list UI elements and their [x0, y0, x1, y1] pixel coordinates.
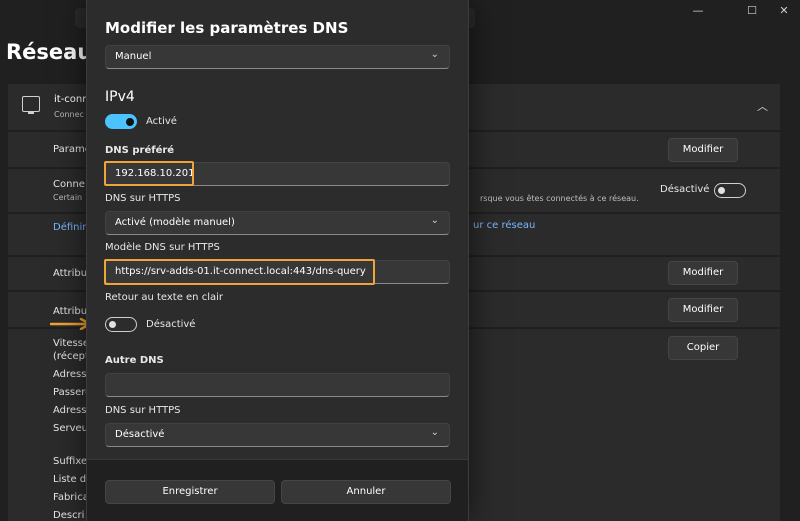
property-label: Fabrica	[53, 492, 89, 503]
ipv4-toggle-label: Activé	[146, 116, 177, 127]
row-label: Vitesse	[53, 338, 90, 349]
row-description: rsque vous êtes connectés à ce réseau.	[480, 194, 639, 203]
property-label: Adress	[53, 369, 87, 380]
fallback-toggle-label: Désactivé	[146, 319, 196, 330]
property-label: Suffixe	[53, 456, 88, 467]
alternate-dns-label: Autre DNS	[105, 355, 164, 366]
chevron-up-icon[interactable]: ︿	[757, 98, 768, 114]
row-sublabel: Certain	[53, 193, 83, 202]
dns-settings-dialog: Modifier les paramètres DNS Manuel ⌄ IPv…	[86, 0, 469, 521]
select-value: Manuel	[115, 51, 152, 62]
row-sublabel: (récept	[53, 351, 89, 362]
close-icon[interactable]: ✕	[772, 2, 796, 20]
fallback-toggle[interactable]	[105, 317, 137, 332]
ipv4-toggle[interactable]	[105, 114, 137, 129]
property-label: Serveu	[53, 423, 89, 434]
select-value: Désactivé	[115, 429, 165, 440]
highlight-box	[104, 259, 375, 285]
dns-https-select-2[interactable]: Désactivé ⌄	[105, 423, 450, 447]
dns-mode-select[interactable]: Manuel ⌄	[105, 45, 450, 69]
dialog-footer: Enregistrer Annuler	[87, 459, 468, 521]
dns-https-label: DNS sur HTTPS	[105, 193, 181, 204]
toggle-state-label: Désactivé	[660, 184, 710, 195]
network-adapter-icon	[22, 96, 40, 114]
copy-button[interactable]: Copier	[668, 336, 738, 360]
chevron-down-icon: ⌄	[430, 49, 439, 60]
fallback-label: Retour au texte en clair	[105, 292, 223, 303]
row-label: Attribu	[53, 306, 88, 317]
dns-https-select[interactable]: Activé (modèle manuel) ⌄	[105, 211, 450, 235]
define-link[interactable]: Définir	[53, 222, 86, 233]
row-label: Conne	[53, 179, 85, 190]
property-label: Descri	[53, 510, 85, 521]
adapter-name: it-conn	[54, 94, 89, 105]
select-value: Activé (modèle manuel)	[115, 217, 235, 228]
dns-https-label-2: DNS sur HTTPS	[105, 405, 181, 416]
chevron-down-icon: ⌄	[430, 215, 439, 226]
highlight-box	[104, 161, 194, 186]
modify-button[interactable]: Modifier	[668, 138, 738, 162]
maximize-icon[interactable]: ☐	[740, 2, 764, 20]
alternate-dns-field[interactable]	[105, 373, 450, 397]
property-label: Adress	[53, 405, 87, 416]
property-label: Liste d	[53, 474, 87, 485]
adapter-status: Connec	[54, 110, 84, 119]
modify-button[interactable]: Modifier	[668, 298, 738, 322]
metered-toggle[interactable]	[714, 183, 746, 198]
minimize-icon[interactable]: —	[686, 2, 710, 20]
modify-button[interactable]: Modifier	[668, 261, 738, 285]
save-button[interactable]: Enregistrer	[105, 480, 275, 504]
ipv4-heading: IPv4	[105, 89, 135, 105]
network-link[interactable]: ur ce réseau	[473, 220, 535, 231]
cancel-button[interactable]: Annuler	[281, 480, 451, 504]
chevron-down-icon: ⌄	[430, 427, 439, 438]
preferred-dns-label: DNS préféré	[105, 145, 175, 156]
dialog-title: Modifier les paramètres DNS	[105, 19, 349, 37]
https-template-label: Modèle DNS sur HTTPS	[105, 242, 220, 253]
row-label: Attribu	[53, 268, 88, 279]
